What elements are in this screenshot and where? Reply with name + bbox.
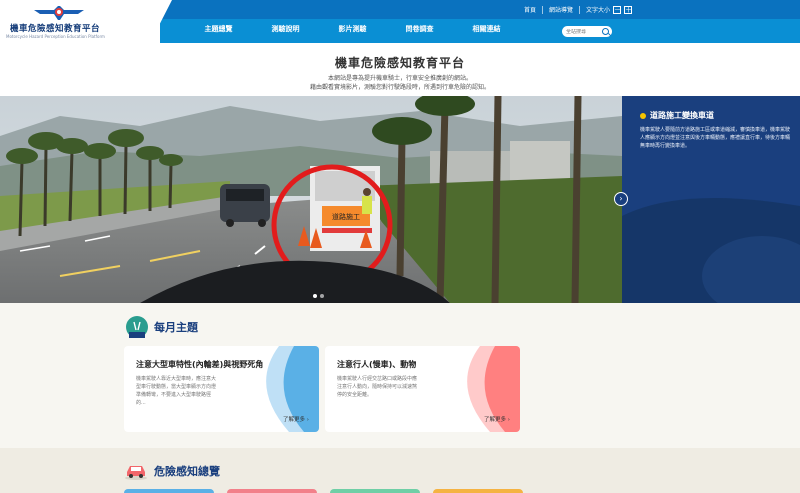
card-title: 注意大型車特性(內輪差)與視野死角 xyxy=(136,360,264,369)
overview-card[interactable] xyxy=(433,489,523,493)
main-nav: 主題總覽 測驗說明 影片測驗 問卷調查 相關連結 xyxy=(185,24,520,34)
hero-carousel: 道路施工 道路施工變換車道 機車駕駛人要隨前方道路施工區或車道縮減，審慎換車道，… xyxy=(0,96,800,303)
overview-cards-row xyxy=(124,489,523,493)
hero-caption-title: 道路施工變換車道 xyxy=(640,110,714,121)
hero-caption-title-text: 道路施工變換車道 xyxy=(650,111,714,120)
hero-caption-text: 機車駕駛人要隨前方道路施工區或車道縮減，審慎換車道，機車駕駛人應顯示方向燈並注意… xyxy=(640,127,791,149)
monthly-heading: 每月主題 xyxy=(126,316,198,338)
carousel-dot[interactable] xyxy=(320,294,324,298)
nav-survey[interactable]: 問卷調查 xyxy=(386,24,453,34)
topic-card[interactable]: 注意大型車特性(內輪差)與視野死角 機車駕駛人靠近大型車時，應注意大型車行駛動態… xyxy=(124,346,319,432)
carousel-next-button[interactable]: › xyxy=(614,192,628,206)
nav-topics[interactable]: 主題總覽 xyxy=(185,24,252,34)
road-scene-image: 道路施工 xyxy=(0,96,622,303)
nav-test-guide[interactable]: 測驗說明 xyxy=(252,24,319,34)
page-title: 機車危險感知教育平台 xyxy=(334,56,465,70)
card-text: 機車駕駛人行經交岔路口或路段中應注意行人動向，隨時保持可以減速煞停的安全距離。 xyxy=(337,376,418,398)
monthly-topics-section: 每月主題 注意大型車特性(內輪差)與視野死角 機車駕駛人靠近大型車時，應注意大型… xyxy=(0,303,800,448)
section-title: 每月主題 xyxy=(154,321,198,334)
nav-video-test[interactable]: 影片測驗 xyxy=(319,24,386,34)
hazard-overview-section: 危險感知總覽 xyxy=(0,448,800,493)
nav-links[interactable]: 相關連結 xyxy=(453,24,520,34)
search-box xyxy=(562,26,612,37)
overview-card[interactable] xyxy=(124,489,214,493)
font-size-control: 文字大小 － ＋ xyxy=(586,5,632,14)
card-text: 機車駕駛人靠近大型車時，應注意大型車行駛動態，當大型車顯示方向燈準備轉彎，不要進… xyxy=(136,376,217,406)
read-more-link[interactable]: 了解更多 › xyxy=(484,415,510,423)
intro-section: 機車危險感知教育平台 本網站是專為提升機車騎士，行車安全推廣創的網站。 藉由觀看… xyxy=(0,43,800,96)
intro-line-2: 藉由觀看實境影片，測驗您對行駛路段時，所遇到行車危險的認知。 xyxy=(309,84,490,91)
utility-links: 首頁 網站導覽 文字大小 － ＋ xyxy=(524,0,800,19)
search-icon[interactable] xyxy=(602,28,609,35)
carousel-dot[interactable] xyxy=(313,294,317,298)
section-title: 危險感知總覽 xyxy=(154,465,220,478)
overview-card[interactable] xyxy=(330,489,420,493)
intro-line-1: 本網站是專為提升機車騎士，行車安全推廣創的網站。 xyxy=(327,75,472,82)
read-more-link[interactable]: 了解更多 › xyxy=(283,415,309,423)
home-link[interactable]: 首頁 xyxy=(524,5,536,14)
logo-emblem-icon xyxy=(34,6,84,20)
topic-card[interactable]: 注意行人(慢車)、動物 機車駕駛人行經交岔路口或路段中應注意行人動向，隨時保持可… xyxy=(325,346,520,432)
card-title: 注意行人(慢車)、動物 xyxy=(337,360,417,369)
roadwork-sign-text: 道路施工 xyxy=(332,212,360,221)
font-increase-button[interactable]: ＋ xyxy=(624,5,632,14)
overview-card[interactable] xyxy=(227,489,317,493)
car-icon xyxy=(125,466,147,480)
site-logo[interactable]: 機車危險感知教育平台 Motorcycle Hazard Perception … xyxy=(0,0,160,43)
road-icon xyxy=(126,316,148,338)
site-header: 機車危險感知教育平台 Motorcycle Hazard Perception … xyxy=(0,0,800,43)
bullet-icon xyxy=(640,112,646,119)
sitemap-link[interactable]: 網站導覽 xyxy=(549,5,573,14)
font-decrease-button[interactable]: － xyxy=(613,5,621,14)
logo-title: 機車危險感知教育平台 xyxy=(10,24,101,34)
divider xyxy=(541,5,543,14)
overview-heading: 危險感知總覽 xyxy=(124,462,220,480)
hero-caption-panel: 道路施工變換車道 機車駕駛人要隨前方道路施工區或車道縮減，審慎換車道，機車駕駛人… xyxy=(622,96,800,303)
logo-subtitle: Motorcycle Hazard Perception Education P… xyxy=(6,34,105,39)
font-size-label: 文字大小 xyxy=(585,7,610,14)
hero-photo: 道路施工 xyxy=(0,96,622,303)
search-input[interactable] xyxy=(566,28,600,35)
carousel-dots xyxy=(313,294,324,298)
divider xyxy=(578,5,580,14)
